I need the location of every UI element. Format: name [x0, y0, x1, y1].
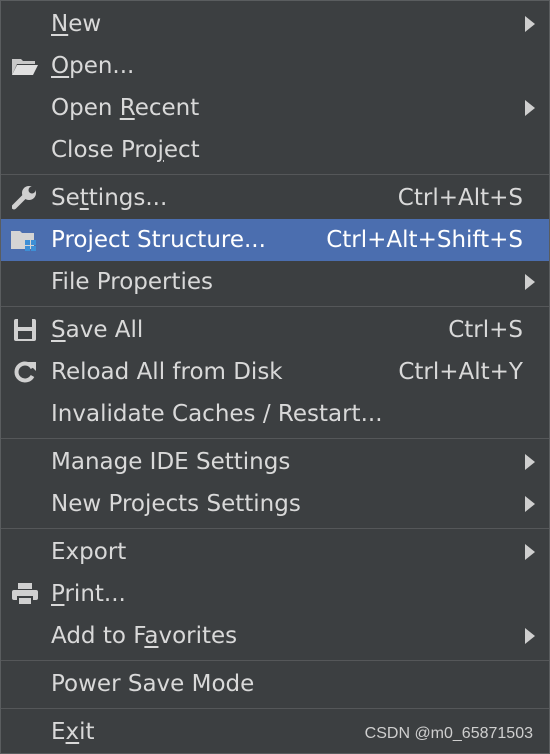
menu-item-label: Print... [51, 581, 126, 607]
folder-open-icon [9, 54, 41, 78]
submenu-arrow-icon [525, 628, 535, 644]
menu-item-label: New [51, 11, 102, 37]
menu-item-label: Invalidate Caches / Restart... [51, 401, 383, 427]
menu-item-file-properties[interactable]: File Properties [1, 261, 549, 303]
file-menu: New Open... Open Recent Close Project Se… [0, 0, 550, 754]
menu-separator [1, 174, 549, 175]
reload-icon [9, 360, 41, 384]
menu-separator [1, 660, 549, 661]
menu-item-add-to-favorites[interactable]: Add to Favorites [1, 615, 549, 657]
submenu-arrow-icon [525, 16, 535, 32]
menu-item-label: Project Structure... [51, 227, 266, 253]
menu-item-export[interactable]: Export [1, 531, 549, 573]
watermark: CSDN @m0_65871503 [364, 725, 533, 742]
save-icon [9, 318, 41, 342]
menu-item-open-recent[interactable]: Open Recent [1, 87, 549, 129]
menu-item-shortcut: Ctrl+S [448, 317, 523, 343]
menu-item-label: Exit [51, 719, 95, 745]
menu-item-shortcut: Ctrl+Alt+S [397, 185, 523, 211]
submenu-arrow-icon [525, 274, 535, 290]
menu-item-label: Power Save Mode [51, 671, 255, 697]
submenu-arrow-icon [525, 100, 535, 116]
submenu-arrow-icon [525, 454, 535, 470]
menu-item-save-all[interactable]: Save All Ctrl+S [1, 309, 549, 351]
menu-item-manage-ide-settings[interactable]: Manage IDE Settings [1, 441, 549, 483]
menu-item-label: Open... [51, 53, 135, 79]
menu-item-project-structure[interactable]: Project Structure... Ctrl+Alt+Shift+S [1, 219, 549, 261]
menu-item-label: Add to Favorites [51, 623, 238, 649]
printer-icon [9, 582, 41, 606]
submenu-arrow-icon [525, 544, 535, 560]
menu-item-reload-all[interactable]: Reload All from Disk Ctrl+Alt+Y [1, 351, 549, 393]
menu-item-close-project[interactable]: Close Project [1, 129, 549, 171]
menu-item-shortcut: Ctrl+Alt+Y [398, 359, 523, 385]
menu-item-invalidate-caches[interactable]: Invalidate Caches / Restart... [1, 393, 549, 435]
menu-item-settings[interactable]: Settings... Ctrl+Alt+S [1, 177, 549, 219]
menu-item-power-save-mode[interactable]: Power Save Mode [1, 663, 549, 705]
menu-item-shortcut: Ctrl+Alt+Shift+S [326, 227, 523, 253]
project-structure-icon [9, 228, 41, 252]
menu-item-label: Export [51, 539, 127, 565]
menu-item-new-projects-settings[interactable]: New Projects Settings [1, 483, 549, 525]
menu-item-label: New Projects Settings [51, 491, 301, 517]
menu-item-label: Manage IDE Settings [51, 449, 291, 475]
menu-item-label: File Properties [51, 269, 214, 295]
wrench-icon [9, 186, 41, 210]
menu-item-label: Close Project [51, 137, 200, 163]
menu-item-label: Settings... [51, 185, 168, 211]
menu-separator [1, 306, 549, 307]
menu-item-open[interactable]: Open... [1, 45, 549, 87]
menu-item-label: Open Recent [51, 95, 200, 121]
menu-separator [1, 438, 549, 439]
menu-item-label: Save All [51, 317, 144, 343]
menu-separator [1, 528, 549, 529]
submenu-arrow-icon [525, 496, 535, 512]
menu-item-label: Reload All from Disk [51, 359, 283, 385]
menu-separator [1, 708, 549, 709]
menu-item-new[interactable]: New [1, 3, 549, 45]
menu-item-print[interactable]: Print... [1, 573, 549, 615]
